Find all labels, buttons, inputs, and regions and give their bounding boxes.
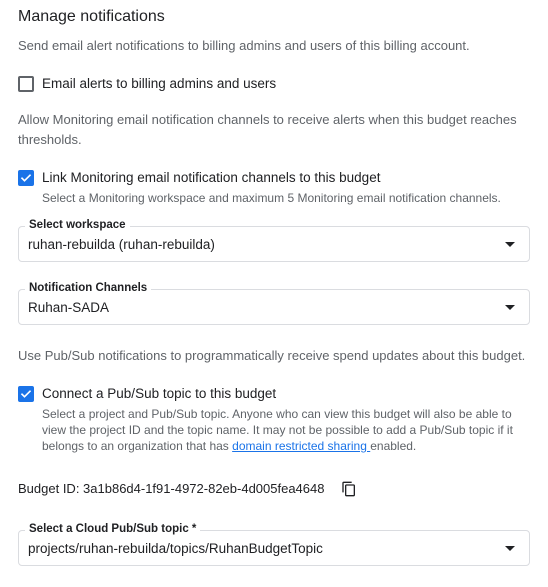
notification-channels-select[interactable]: Notification Channels Ruhan-SADA — [18, 281, 530, 325]
email-alerts-checkbox[interactable] — [18, 76, 34, 92]
pubsub-option[interactable]: Connect a Pub/Sub topic to this budget S… — [18, 385, 520, 454]
pubsub-topic-select[interactable]: Select a Cloud Pub/Sub topic * projects/… — [18, 522, 530, 566]
monitoring-checkbox[interactable] — [18, 170, 34, 186]
checkmark-icon — [20, 174, 32, 182]
email-alerts-description: Send email alert notifications to billin… — [18, 38, 470, 53]
monitoring-option[interactable]: Link Monitoring email notification chann… — [18, 169, 520, 206]
dropdown-arrow-icon — [505, 546, 515, 551]
email-alerts-label: Email alerts to billing admins and users — [42, 76, 277, 91]
pubsub-helper-text: Select a project and Pub/Sub topic. Anyo… — [42, 406, 520, 454]
copy-icon — [342, 481, 356, 497]
domain-restricted-sharing-link[interactable]: domain restricted sharing — [232, 439, 370, 453]
notification-channels-label: Notification Channels — [25, 281, 152, 295]
pubsub-checkbox[interactable] — [18, 386, 34, 402]
pubsub-topic-value: projects/ruhan-rebuilda/topics/RuhanBudg… — [28, 541, 323, 556]
checkmark-icon — [20, 390, 32, 398]
budget-id-text: Budget ID: 3a1b86d4-1f91-4972-82eb-4d005… — [18, 481, 325, 496]
workspace-select[interactable]: Select workspace ruhan-rebuilda (ruhan-r… — [18, 218, 530, 262]
pubsub-label: Connect a Pub/Sub topic to this budget — [42, 386, 277, 401]
pubsub-description: Use Pub/Sub notifications to programmati… — [18, 348, 526, 363]
monitoring-description: Allow Monitoring email notification chan… — [18, 112, 517, 147]
budget-id-row: Budget ID: 3a1b86d4-1f91-4972-82eb-4d005… — [18, 480, 358, 498]
monitoring-label: Link Monitoring email notification chann… — [42, 170, 381, 185]
section-heading: Manage notifications — [18, 8, 165, 25]
pubsub-topic-label: Select a Cloud Pub/Sub topic * — [25, 522, 201, 536]
dropdown-arrow-icon — [505, 242, 515, 247]
monitoring-helper-text: Select a Monitoring workspace and maximu… — [42, 191, 501, 205]
copy-button[interactable] — [340, 480, 358, 498]
dropdown-arrow-icon — [505, 305, 515, 310]
workspace-select-value: ruhan-rebuilda (ruhan-rebuilda) — [28, 237, 215, 252]
notification-channels-value: Ruhan-SADA — [28, 300, 110, 315]
pubsub-helper-text-part2: enabled. — [370, 439, 417, 453]
workspace-select-label: Select workspace — [25, 218, 130, 232]
email-alerts-option[interactable]: Email alerts to billing admins and users — [18, 75, 276, 93]
